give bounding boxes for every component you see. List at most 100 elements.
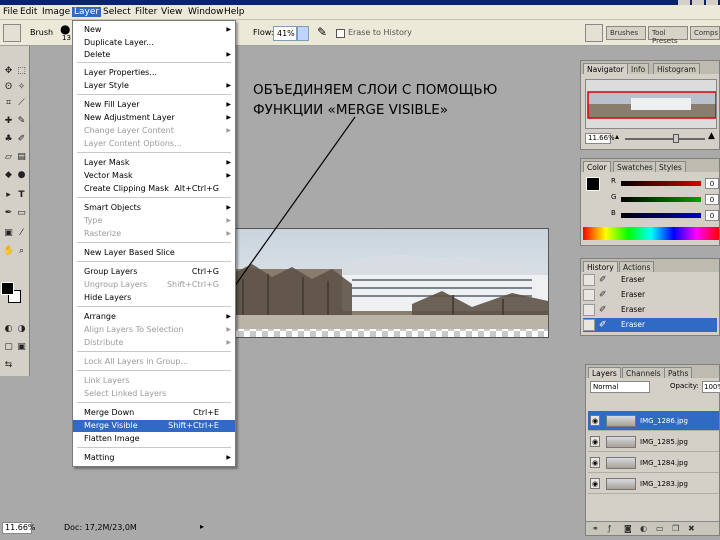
history-state-label: Eraser: [621, 275, 646, 284]
menu-item-link-layers[interactable]: Link Layers: [73, 375, 235, 387]
layer-row-selected[interactable]: ◉ IMG_1286.jpg: [588, 411, 719, 431]
history-source-box[interactable]: [583, 304, 595, 316]
zoom-slider-handle[interactable]: [673, 134, 679, 143]
status-zoom-field[interactable]: 11.66%: [2, 522, 36, 534]
tab-paths[interactable]: Paths: [664, 367, 693, 378]
tab-color[interactable]: Color: [583, 161, 611, 172]
layer-row[interactable]: ◉ IMG_1283.jpg: [588, 474, 719, 494]
menu-item-label: New Adjustment Layer: [84, 113, 175, 122]
menu-item-new-adjustment-layer[interactable]: New Adjustment Layer ▶: [73, 112, 235, 124]
layer-thumbnail: [606, 457, 636, 469]
menu-item-layer-content-options[interactable]: Layer Content Options...: [73, 138, 235, 150]
menu-item-arrange[interactable]: Arrange ▶: [73, 311, 235, 323]
menu-item-flatten-image[interactable]: Flatten Image: [73, 433, 235, 445]
menu-item-new[interactable]: New ▶: [73, 24, 235, 36]
history-state-selected[interactable]: ✐ Eraser: [583, 318, 717, 332]
menu-item-ungroup-layers[interactable]: Ungroup Layers Shift+Ctrl+G: [73, 279, 235, 291]
menu-item-duplicate-layer[interactable]: Duplicate Layer...: [73, 37, 235, 49]
menu-item-type[interactable]: Type ▶: [73, 215, 235, 227]
layer-name: IMG_1286.jpg: [640, 417, 688, 425]
menu-item-distribute[interactable]: Distribute ▶: [73, 337, 235, 349]
menu-item-create-clipping-mask[interactable]: Create Clipping Mask Alt+Ctrl+G: [73, 183, 235, 195]
menu-item-align-layers-to-selection[interactable]: Align Layers To Selection ▶: [73, 324, 235, 336]
menu-item-delete[interactable]: Delete ▶: [73, 49, 235, 61]
menu-item-label: Layer Mask: [84, 158, 130, 167]
tab-channels[interactable]: Channels: [622, 367, 665, 378]
tab-history[interactable]: History: [583, 261, 618, 272]
green-label: G: [611, 193, 617, 201]
menu-separator: [77, 242, 231, 243]
menu-item-label: Smart Objects: [84, 203, 141, 212]
menu-item-label: New: [84, 25, 102, 34]
menu-item-matting[interactable]: Matting ▶: [73, 452, 235, 464]
red-value[interactable]: 0: [705, 178, 719, 189]
tab-actions[interactable]: Actions: [619, 261, 655, 272]
menu-item-layer-properties[interactable]: Layer Properties...: [73, 67, 235, 79]
blue-slider[interactable]: [621, 213, 701, 218]
menu-item-layer-mask[interactable]: Layer Mask ▶: [73, 157, 235, 169]
menu-item-select-linked-layers[interactable]: Select Linked Layers: [73, 388, 235, 400]
green-value[interactable]: 0: [705, 194, 719, 205]
blue-value[interactable]: 0: [705, 210, 719, 221]
tab-swatches[interactable]: Swatches: [613, 161, 657, 172]
adjustment-layer-icon[interactable]: ◐: [640, 524, 649, 533]
menu-item-merge-down[interactable]: Merge Down Ctrl+E: [73, 407, 235, 419]
menu-item-label: Create Clipping Mask: [84, 184, 169, 193]
menu-item-shortcut: Shift+Ctrl+E: [168, 421, 219, 430]
menu-item-merge-visible[interactable]: Merge Visible Shift+Ctrl+E: [73, 420, 235, 432]
trash-icon[interactable]: ✖: [688, 524, 697, 533]
status-doc-size: Doc: 17,2M/23,0M: [64, 523, 137, 532]
opacity-field[interactable]: 100%: [702, 381, 720, 393]
history-source-box[interactable]: [583, 274, 595, 286]
menu-item-lock-all-layers-in-group[interactable]: Lock All Layers in Group...: [73, 356, 235, 368]
menu-item-group-layers[interactable]: Group Layers Ctrl+G: [73, 266, 235, 278]
menu-item-new-layer-based-slice[interactable]: New Layer Based Slice: [73, 247, 235, 259]
eye-icon[interactable]: ◉: [590, 457, 600, 468]
new-group-icon[interactable]: ▭: [656, 524, 665, 533]
link-layers-icon[interactable]: ⚭: [592, 524, 601, 533]
layer-row[interactable]: ◉ IMG_1285.jpg: [588, 432, 719, 452]
menu-item-rasterize[interactable]: Rasterize ▶: [73, 228, 235, 240]
navigator-zoom-slider[interactable]: [625, 138, 705, 140]
eye-icon[interactable]: ◉: [590, 478, 600, 489]
menu-item-change-layer-content[interactable]: Change Layer Content ▶: [73, 125, 235, 137]
submenu-arrow-icon: ▶: [226, 127, 231, 134]
layer-row[interactable]: ◉ IMG_1284.jpg: [588, 453, 719, 473]
history-source-box[interactable]: [583, 289, 595, 301]
menu-item-label: Distribute: [84, 338, 124, 347]
submenu-arrow-icon: ▶: [226, 230, 231, 237]
menu-item-smart-objects[interactable]: Smart Objects ▶: [73, 202, 235, 214]
tab-info[interactable]: Info: [627, 63, 650, 74]
history-state[interactable]: ✐ Eraser: [583, 273, 717, 287]
status-bar: 11.66% Doc: 17,2M/23,0M ▸: [0, 518, 240, 540]
menu-item-vector-mask[interactable]: Vector Mask ▶: [73, 170, 235, 182]
menu-item-layer-style[interactable]: Layer Style ▶: [73, 80, 235, 92]
layer-style-icon[interactable]: ƒ: [608, 524, 617, 533]
tab-layers[interactable]: Layers: [588, 367, 621, 378]
history-source-box[interactable]: [583, 319, 595, 331]
submenu-arrow-icon: ▶: [226, 82, 231, 89]
submenu-arrow-icon: ▶: [226, 454, 231, 461]
tab-histogram[interactable]: Histogram: [653, 63, 700, 74]
navigator-zoom-field[interactable]: 11.66%: [585, 133, 615, 144]
blend-mode-select[interactable]: Normal: [590, 381, 650, 393]
eye-icon[interactable]: ◉: [590, 415, 600, 426]
green-slider[interactable]: [621, 197, 701, 202]
tab-navigator[interactable]: Navigator: [583, 63, 628, 74]
history-state[interactable]: ✐ Eraser: [583, 288, 717, 302]
red-slider[interactable]: [621, 181, 701, 186]
menu-item-hide-layers[interactable]: Hide Layers: [73, 292, 235, 304]
menu-item-label: Ungroup Layers: [84, 280, 148, 289]
menu-item-new-fill-layer[interactable]: New Fill Layer ▶: [73, 99, 235, 111]
zoom-out-icon[interactable]: ▴: [615, 132, 619, 141]
status-arrow-icon[interactable]: ▸: [200, 522, 204, 531]
color-spectrum-ramp[interactable]: [583, 227, 719, 240]
layer-mask-icon[interactable]: ◙: [624, 524, 633, 533]
eye-icon[interactable]: ◉: [590, 436, 600, 447]
history-state[interactable]: ✐ Eraser: [583, 303, 717, 317]
new-layer-icon[interactable]: ❐: [672, 524, 681, 533]
navigator-thumbnail[interactable]: [585, 79, 717, 129]
tab-styles[interactable]: Styles: [655, 161, 686, 172]
color-foreground-swatch[interactable]: [586, 177, 600, 191]
zoom-in-icon[interactable]: ▲: [708, 131, 715, 141]
